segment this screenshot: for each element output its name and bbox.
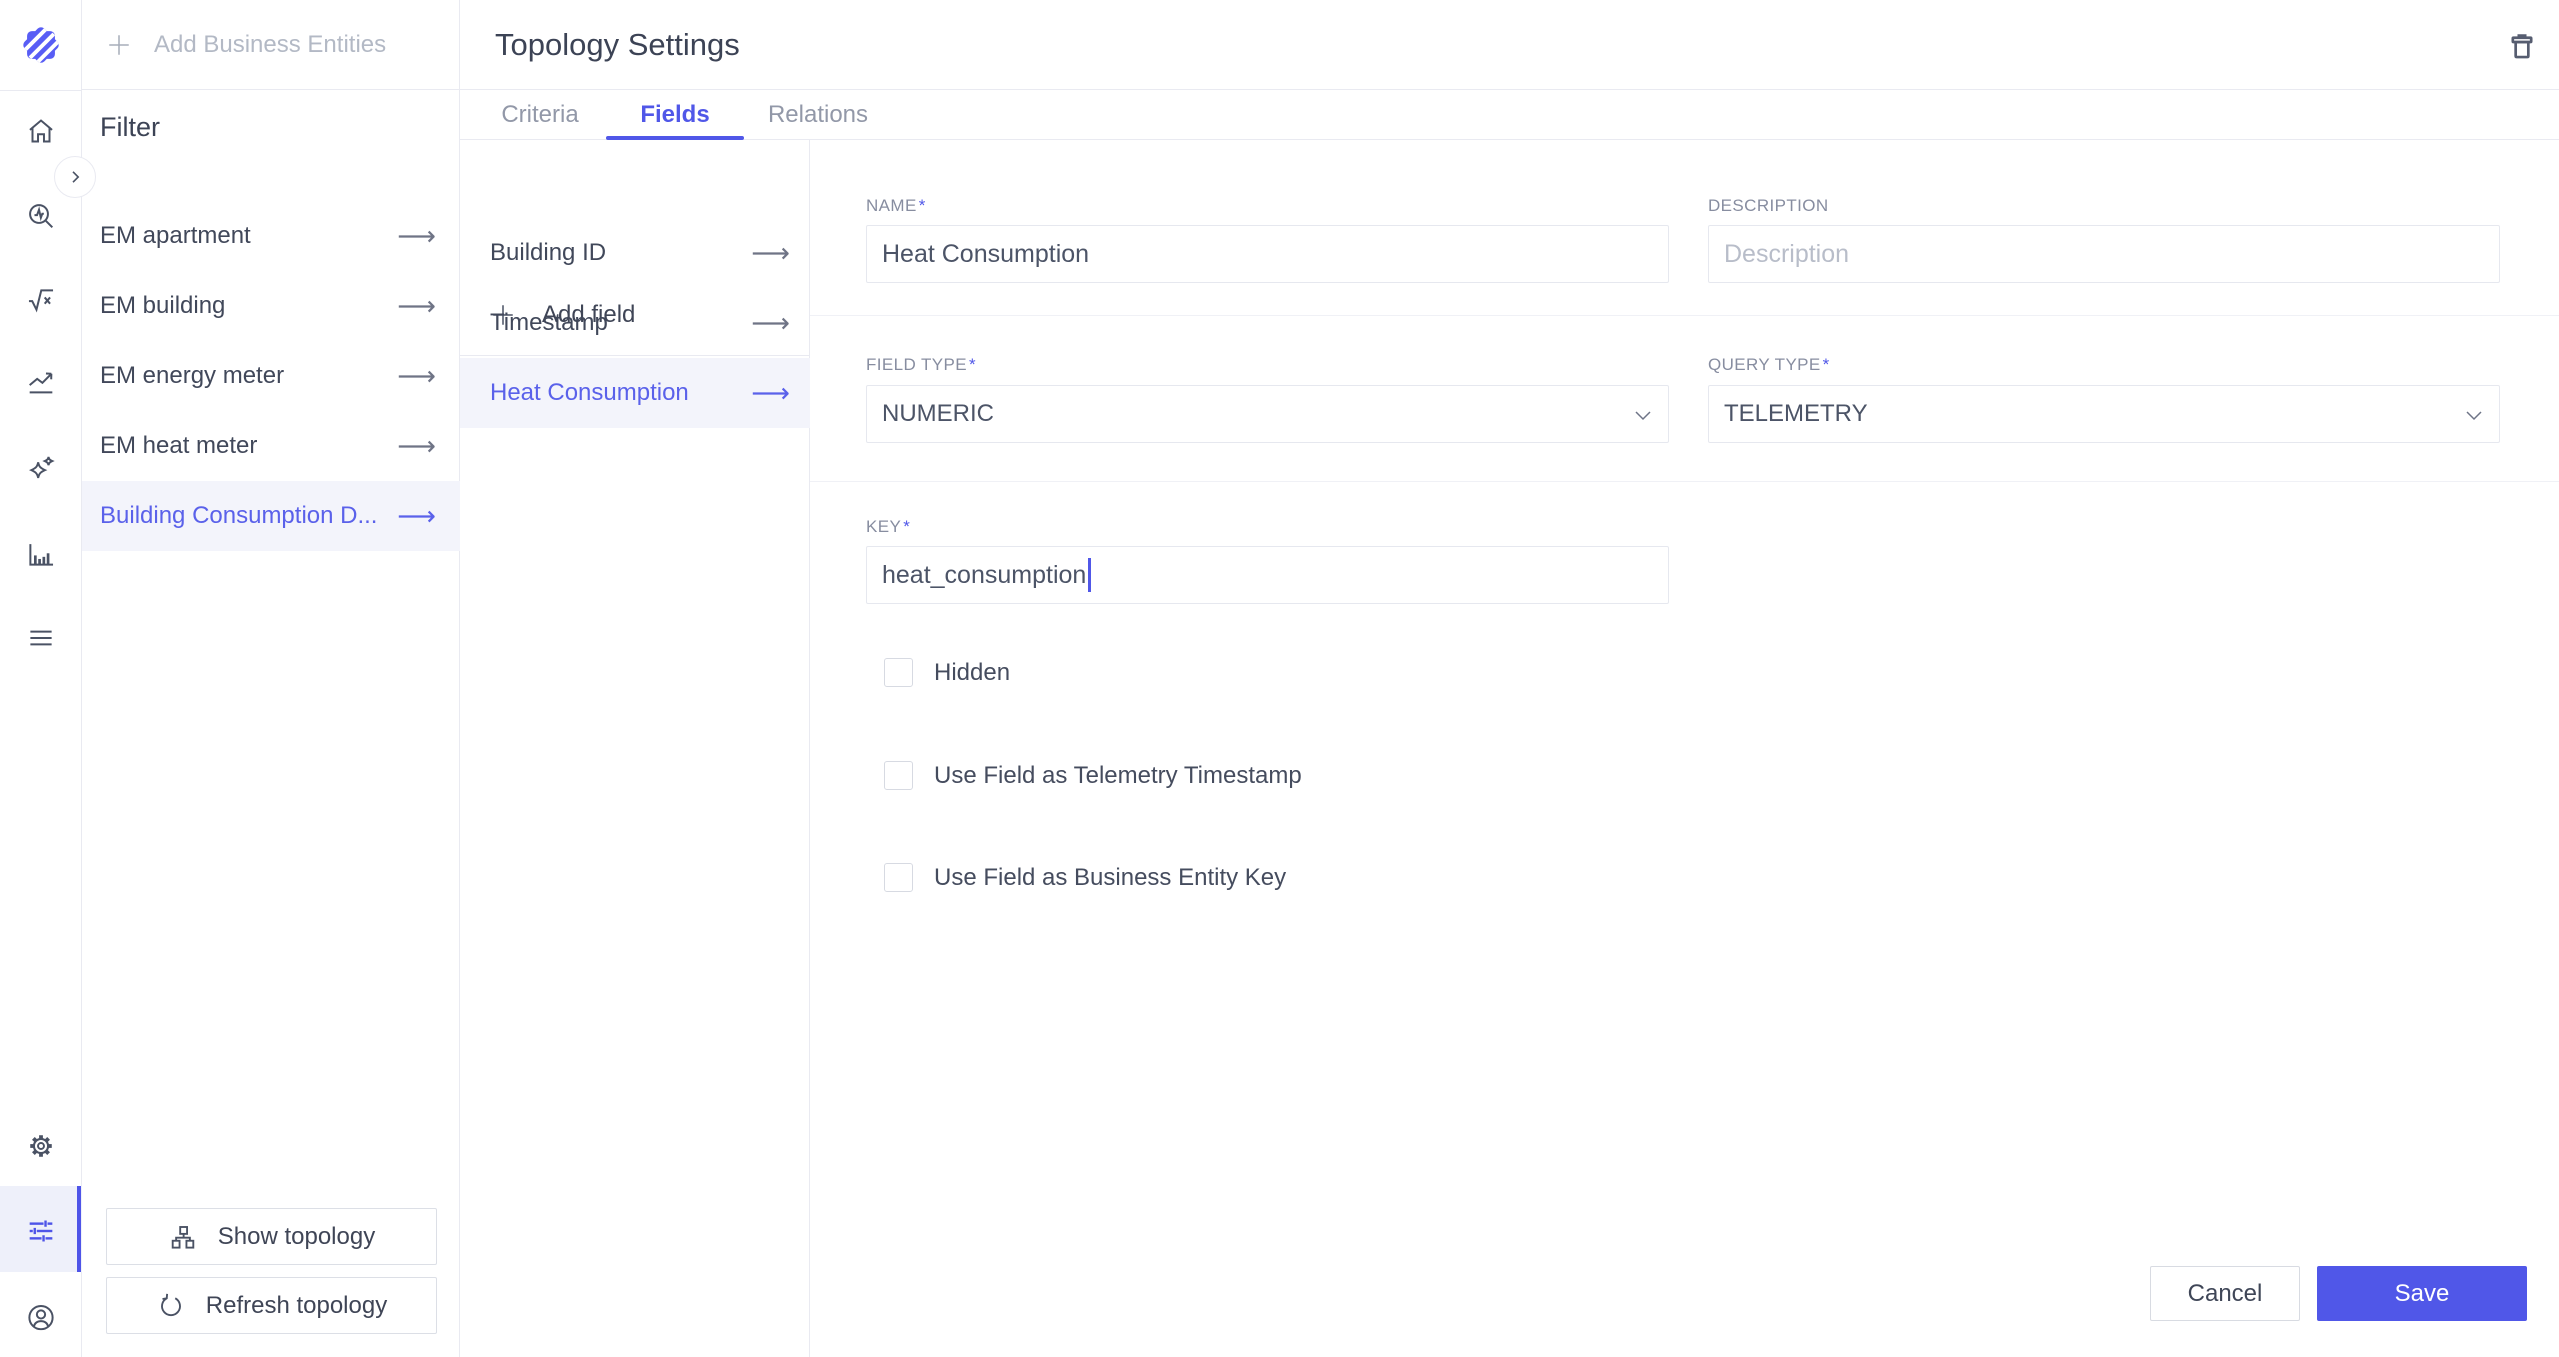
- entity-row-em-heat-meter[interactable]: EM heat meter ⟶: [82, 411, 460, 481]
- business-entity-key-checkbox-label[interactable]: Use Field as Business Entity Key: [934, 864, 1286, 892]
- plus-icon: [109, 34, 129, 55]
- filter-title: Filter: [100, 112, 160, 142]
- sidebar-item-settings[interactable]: [0, 1128, 82, 1164]
- divider: [810, 315, 2559, 316]
- arrow-right-icon[interactable]: ⟶: [397, 222, 436, 250]
- text-cursor: [1088, 558, 1091, 592]
- query-type-label: QUERY TYPE *: [1708, 355, 1830, 374]
- field-row-heat-consumption[interactable]: Heat Consumption ⟶: [460, 358, 810, 428]
- arrow-right-icon[interactable]: ⟶: [397, 292, 436, 320]
- sidebar-item-home[interactable]: [0, 113, 82, 149]
- sidebar-item-insights[interactable]: [0, 450, 82, 486]
- sidebar-item-menu[interactable]: [0, 620, 82, 656]
- arrow-right-icon[interactable]: ⟶: [751, 239, 790, 267]
- tab-bar: Criteria Fields Relations: [460, 90, 2559, 140]
- entity-row-em-energy-meter[interactable]: EM energy meter ⟶: [82, 341, 460, 411]
- hidden-checkbox-label[interactable]: Hidden: [934, 659, 1010, 687]
- sidebar-item-trends[interactable]: [0, 364, 82, 400]
- telemetry-timestamp-checkbox-row[interactable]: Use Field as Telemetry Timestamp: [884, 761, 1302, 790]
- arrow-right-icon[interactable]: ⟶: [751, 379, 790, 407]
- icon-sidebar: [0, 0, 96, 1357]
- entity-row-em-building[interactable]: EM building ⟶: [82, 271, 460, 341]
- name-input[interactable]: [866, 225, 1669, 283]
- arrow-right-icon[interactable]: ⟶: [397, 362, 436, 390]
- sidebar-item-topology-settings[interactable]: [0, 1213, 82, 1249]
- key-input[interactable]: heat_consumption: [866, 546, 1669, 604]
- business-entity-key-checkbox-row[interactable]: Use Field as Business Entity Key: [884, 863, 1286, 892]
- search-pulse-icon: [29, 204, 54, 229]
- menu-icon: [30, 630, 52, 646]
- query-type-select[interactable]: TELEMETRY: [1708, 385, 2500, 443]
- field-row-building-id[interactable]: Building ID ⟶: [460, 218, 810, 288]
- sliders-icon: [29, 1220, 53, 1242]
- entity-row-em-apartment[interactable]: EM apartment ⟶: [82, 201, 460, 271]
- key-label: KEY *: [866, 517, 911, 536]
- tab-criteria[interactable]: Criteria: [501, 90, 578, 140]
- chevron-right-icon: [72, 171, 80, 183]
- sidebar-collapse-button[interactable]: [54, 156, 96, 198]
- add-business-entities-label: Add Business Entities: [154, 30, 387, 58]
- sidebar-item-formulas[interactable]: [0, 282, 82, 318]
- refresh-icon: [160, 1293, 181, 1316]
- arrow-right-icon[interactable]: ⟶: [397, 432, 436, 460]
- name-label: NAME *: [866, 196, 926, 215]
- save-button[interactable]: Save: [2317, 1266, 2527, 1321]
- app-window: Add Business Entities Filter EM apartmen…: [0, 0, 2559, 1357]
- gear-icon: [30, 1135, 52, 1157]
- app-logo[interactable]: [19, 23, 63, 67]
- key-value: heat_consumption: [882, 560, 1087, 589]
- refresh-topology-label: Refresh topology: [205, 1291, 388, 1319]
- refresh-topology-button[interactable]: Refresh topology: [106, 1277, 437, 1334]
- query-type-value: TELEMETRY: [1724, 400, 1868, 427]
- field-type-value: NUMERIC: [882, 400, 994, 427]
- hidden-checkbox-row[interactable]: Hidden: [884, 658, 1010, 687]
- chevron-down-icon: [1635, 411, 1651, 421]
- show-topology-label: Show topology: [217, 1222, 376, 1250]
- square-root-icon: [28, 289, 54, 313]
- show-topology-button[interactable]: Show topology: [106, 1208, 437, 1265]
- field-type-select[interactable]: NUMERIC: [866, 385, 1669, 443]
- required-asterisk: *: [903, 517, 911, 536]
- tab-fields[interactable]: Fields: [640, 90, 709, 140]
- cancel-button[interactable]: Cancel: [2150, 1266, 2300, 1321]
- divider: [0, 90, 82, 91]
- sidebar-item-account[interactable]: [0, 1299, 82, 1335]
- required-asterisk: *: [969, 355, 977, 374]
- telemetry-timestamp-checkbox[interactable]: [884, 761, 913, 790]
- page-title: Topology Settings: [495, 26, 740, 62]
- sidebar-item-search-insights[interactable]: [0, 198, 82, 234]
- arrow-right-icon[interactable]: ⟶: [397, 502, 436, 530]
- fields-list-panel: Add field Building ID ⟶ Timestamp ⟶ Heat…: [460, 140, 810, 1357]
- topology-icon: [171, 1225, 195, 1249]
- bar-chart-icon: [29, 544, 54, 566]
- tab-relations[interactable]: Relations: [768, 90, 868, 140]
- entity-row-building-consumption[interactable]: Building Consumption D... ⟶: [82, 481, 460, 551]
- telemetry-timestamp-checkbox-label[interactable]: Use Field as Telemetry Timestamp: [934, 762, 1302, 790]
- required-asterisk: *: [1822, 355, 1830, 374]
- description-label: DESCRIPTION: [1708, 196, 1829, 215]
- main-content: Topology Settings Criteria Fields Relati…: [460, 0, 2559, 1357]
- main-header: Topology Settings: [460, 0, 2559, 90]
- delete-button[interactable]: [2500, 24, 2544, 68]
- business-entity-key-checkbox[interactable]: [884, 863, 913, 892]
- filter-panel: Add Business Entities Filter EM apartmen…: [82, 0, 460, 1357]
- hidden-checkbox[interactable]: [884, 658, 913, 687]
- field-row-timestamp[interactable]: Timestamp ⟶: [460, 288, 810, 358]
- divider: [810, 481, 2559, 482]
- sparkles-icon: [28, 456, 55, 479]
- chevron-down-icon: [2466, 411, 2482, 421]
- sidebar-item-reports[interactable]: [0, 536, 82, 572]
- field-type-label: FIELD TYPE *: [866, 355, 977, 374]
- description-input[interactable]: [1708, 225, 2500, 283]
- home-icon: [29, 119, 53, 143]
- required-asterisk: *: [918, 196, 926, 215]
- user-icon: [28, 1304, 54, 1331]
- arrow-right-icon[interactable]: ⟶: [751, 309, 790, 337]
- trash-icon: [2511, 34, 2533, 59]
- app-logo-icon: [21, 25, 61, 65]
- trend-chart-icon: [29, 372, 53, 394]
- add-business-entities-button[interactable]: Add Business Entities: [82, 0, 460, 90]
